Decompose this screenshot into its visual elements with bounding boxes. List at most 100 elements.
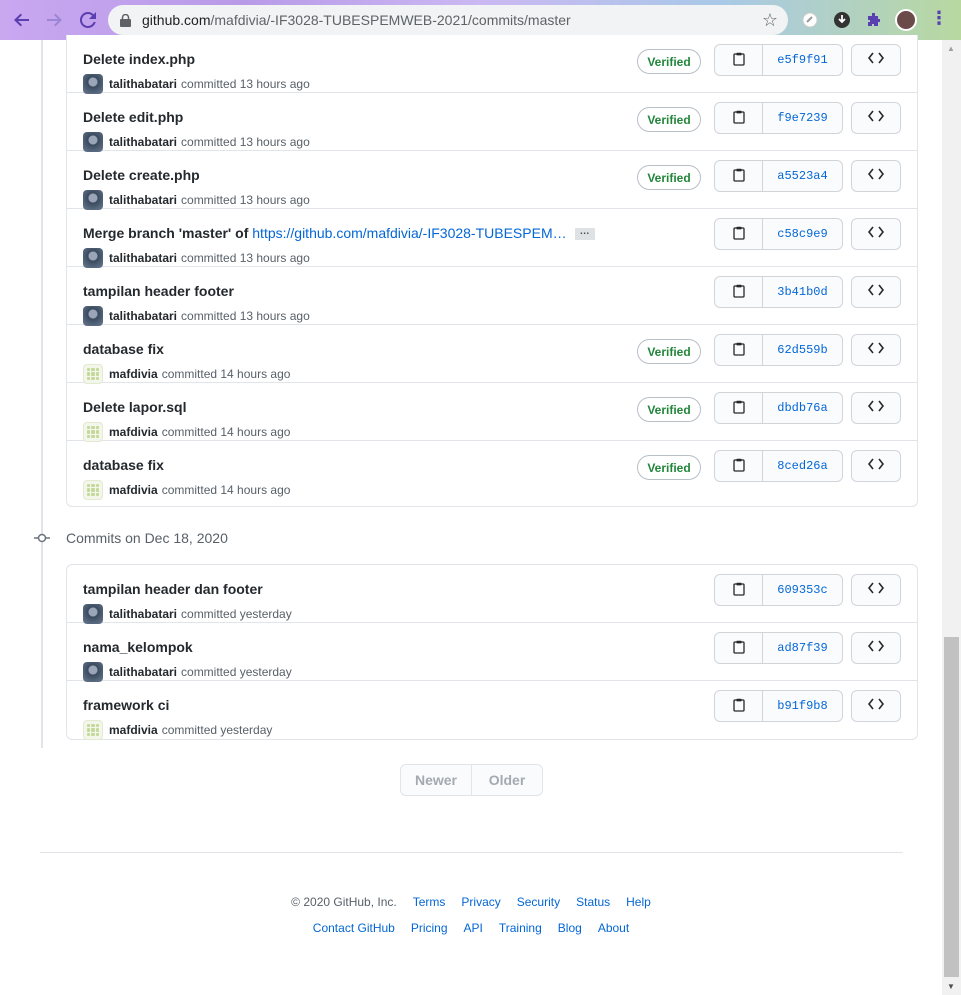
menu-icon[interactable]: ⋮ (930, 8, 948, 29)
commit-title[interactable]: Delete create.php (83, 167, 200, 183)
avatar[interactable] (83, 662, 103, 682)
commit-title[interactable]: database fix (83, 341, 164, 357)
verified-badge[interactable]: Verified (637, 455, 701, 480)
commit-sha-link[interactable]: 62d559b (763, 335, 842, 365)
copy-sha-button[interactable] (715, 393, 763, 423)
commit-title[interactable]: nama_kelompok (83, 639, 193, 655)
commit-message[interactable]: Delete edit.php (83, 109, 183, 125)
copy-sha-button[interactable] (715, 219, 763, 249)
older-button[interactable]: Older (472, 765, 542, 795)
commit-sha-link[interactable]: 3b41b0d (763, 277, 842, 307)
commit-message[interactable]: tampilan header footer (83, 283, 234, 299)
commit-message[interactable]: nama_kelompok (83, 639, 193, 655)
copy-sha-button[interactable] (715, 103, 763, 133)
commit-title[interactable]: tampilan header dan footer (83, 581, 263, 597)
footer-link[interactable]: Blog (558, 921, 582, 935)
verified-badge[interactable]: Verified (637, 49, 701, 74)
commit-sha-link[interactable]: b91f9b8 (763, 691, 842, 721)
commit-message[interactable]: Delete lapor.sql (83, 399, 186, 415)
download-icon[interactable] (832, 10, 852, 30)
commit-sha-link[interactable]: ad87f39 (763, 633, 842, 663)
footer-link[interactable]: About (598, 921, 629, 935)
commit-title[interactable]: framework ci (83, 697, 169, 713)
commit-sha-link[interactable]: f9e7239 (763, 103, 842, 133)
scroll-thumb[interactable] (944, 637, 959, 977)
expand-message-button[interactable]: … (574, 227, 595, 241)
avatar[interactable] (83, 74, 103, 94)
commit-message[interactable]: Merge branch 'master' of (83, 225, 252, 241)
author-link[interactable]: talithabatari (109, 135, 177, 149)
footer-link[interactable]: Training (499, 921, 542, 935)
scroll-up-arrow-icon[interactable]: ▲ (947, 44, 955, 53)
copy-sha-button[interactable] (715, 451, 763, 481)
footer-link[interactable]: Pricing (411, 921, 448, 935)
author-link[interactable]: talithabatari (109, 193, 177, 207)
puzzle-icon[interactable] (864, 10, 884, 30)
author-link[interactable]: mafdivia (109, 723, 158, 737)
copy-sha-button[interactable] (715, 691, 763, 721)
star-icon[interactable]: ☆ (762, 10, 778, 31)
commit-message[interactable]: Delete create.php (83, 167, 200, 183)
browse-repo-button[interactable] (851, 450, 901, 482)
copy-sha-button[interactable] (715, 335, 763, 365)
browse-repo-button[interactable] (851, 160, 901, 192)
footer-link[interactable]: Privacy (461, 895, 500, 909)
commit-title[interactable]: Delete index.php (83, 51, 195, 67)
avatar[interactable] (83, 480, 103, 500)
copy-sha-button[interactable] (715, 277, 763, 307)
commit-title[interactable]: tampilan header footer (83, 283, 234, 299)
commit-message[interactable]: Delete index.php (83, 51, 195, 67)
commit-message[interactable]: tampilan header dan footer (83, 581, 263, 597)
author-link[interactable]: talithabatari (109, 77, 177, 91)
commit-sha-link[interactable]: 609353c (763, 575, 842, 605)
footer-link[interactable]: API (464, 921, 483, 935)
browse-repo-button[interactable] (851, 632, 901, 664)
browse-repo-button[interactable] (851, 102, 901, 134)
copy-sha-button[interactable] (715, 633, 763, 663)
copy-sha-button[interactable] (715, 575, 763, 605)
browse-repo-button[interactable] (851, 276, 901, 308)
browse-repo-button[interactable] (851, 574, 901, 606)
browse-repo-button[interactable] (851, 218, 901, 250)
browse-repo-button[interactable] (851, 690, 901, 722)
commit-title[interactable]: Delete edit.php (83, 109, 183, 125)
verified-badge[interactable]: Verified (637, 397, 701, 422)
extension-icon[interactable] (800, 10, 820, 30)
reload-icon[interactable] (76, 8, 100, 32)
footer-link[interactable]: Status (576, 895, 610, 909)
avatar[interactable] (83, 132, 103, 152)
commit-message[interactable]: database fix (83, 457, 164, 473)
author-link[interactable]: talithabatari (109, 251, 177, 265)
copy-sha-button[interactable] (715, 45, 763, 75)
author-link[interactable]: mafdivia (109, 425, 158, 439)
footer-link[interactable]: Help (626, 895, 651, 909)
browse-repo-button[interactable] (851, 334, 901, 366)
author-link[interactable]: talithabatari (109, 309, 177, 323)
avatar[interactable] (83, 190, 103, 210)
scroll-down-arrow-icon[interactable]: ▼ (947, 982, 955, 991)
forward-arrow-icon[interactable] (42, 8, 66, 32)
author-link[interactable]: talithabatari (109, 665, 177, 679)
copy-sha-button[interactable] (715, 161, 763, 191)
avatar[interactable] (83, 364, 103, 384)
browse-repo-button[interactable] (851, 44, 901, 76)
author-link[interactable]: mafdivia (109, 367, 158, 381)
avatar[interactable] (83, 306, 103, 326)
commit-sha-link[interactable]: 8ced26a (763, 451, 842, 481)
verified-badge[interactable]: Verified (637, 107, 701, 132)
commit-sha-link[interactable]: dbdb76a (763, 393, 842, 423)
commit-link[interactable]: https://github.com/mafdivia/-IF3028-TUBE… (252, 225, 566, 241)
author-link[interactable]: mafdivia (109, 483, 158, 497)
avatar[interactable] (83, 248, 103, 268)
address-bar[interactable]: github.com/mafdivia/-IF3028-TUBESPEMWEB-… (108, 5, 788, 35)
commit-sha-link[interactable]: a5523a4 (763, 161, 842, 191)
commit-message[interactable]: framework ci (83, 697, 169, 713)
verified-badge[interactable]: Verified (637, 339, 701, 364)
avatar[interactable] (83, 422, 103, 442)
profile-avatar[interactable] (895, 9, 917, 31)
commit-title[interactable]: Delete lapor.sql (83, 399, 186, 415)
newer-button[interactable]: Newer (401, 765, 472, 795)
commit-sha-link[interactable]: c58c9e9 (763, 219, 842, 249)
avatar[interactable] (83, 604, 103, 624)
commit-message[interactable]: database fix (83, 341, 164, 357)
